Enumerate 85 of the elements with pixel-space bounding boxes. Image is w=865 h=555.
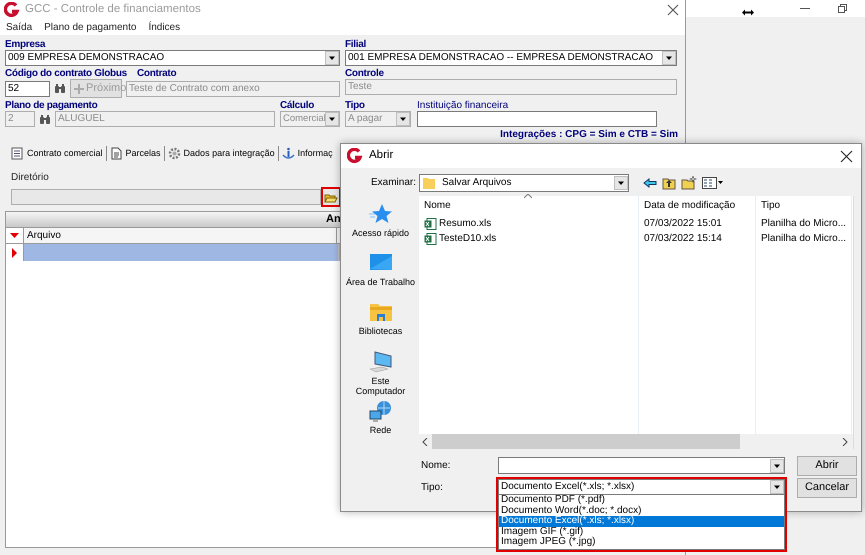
file-type-dropdown[interactable]: Documento Excel(*.xls; *.xlsx) bbox=[498, 479, 785, 495]
network-icon bbox=[368, 400, 392, 422]
dialog-button[interactable]: Cancelar bbox=[797, 478, 857, 498]
dropdown-option[interactable]: Imagem JPEG (*.jpg) bbox=[499, 537, 784, 548]
menu-item[interactable]: Saída bbox=[6, 22, 32, 34]
field-label: Tipo bbox=[345, 100, 366, 111]
restore-icon[interactable] bbox=[838, 4, 847, 13]
document-icon bbox=[110, 146, 123, 160]
folder-dropdown[interactable]: Salvar Arquivos bbox=[419, 174, 629, 192]
spreadsheet-file-icon bbox=[424, 218, 437, 230]
file-date: 07/03/2022 15:14 bbox=[644, 232, 722, 246]
field-label: Contrato bbox=[137, 68, 176, 79]
up-folder-icon[interactable] bbox=[662, 176, 676, 190]
caret-icon bbox=[325, 51, 339, 65]
field-label: Controle bbox=[345, 68, 385, 79]
field-label: Plano de pagamento bbox=[5, 100, 98, 111]
logo-icon bbox=[347, 148, 363, 164]
computer-icon bbox=[368, 350, 392, 373]
tab[interactable]: Informaç bbox=[278, 146, 336, 160]
dropdown-option[interactable]: Imagem GIF (*.gif) bbox=[499, 526, 784, 538]
view-menu-icon[interactable] bbox=[702, 177, 723, 189]
field-label: Filial bbox=[345, 39, 367, 50]
binoculars-icon[interactable] bbox=[39, 114, 51, 124]
caret-icon bbox=[325, 112, 339, 126]
column-header[interactable]: Arquivo bbox=[24, 228, 337, 243]
tab[interactable]: Parcelas bbox=[106, 146, 165, 160]
menu-item[interactable]: Índices bbox=[148, 22, 180, 34]
logo-icon bbox=[4, 2, 20, 18]
institution-field[interactable] bbox=[417, 111, 657, 127]
binoculars-icon[interactable] bbox=[54, 83, 66, 94]
dropdown-option[interactable]: Documento Excel(*.xls; *.xlsx) bbox=[499, 516, 784, 527]
field-label: Cálculo bbox=[280, 100, 316, 111]
field-label: Código do contrato Globus bbox=[5, 68, 128, 79]
places-item[interactable]: Área de Trabalho bbox=[342, 252, 418, 302]
library-icon bbox=[368, 301, 392, 324]
file-name-field[interactable] bbox=[498, 457, 785, 474]
dialog-button[interactable]: Abrir bbox=[797, 456, 857, 476]
window-title: GCC - Controle de financiamentos bbox=[25, 3, 201, 17]
close-icon[interactable] bbox=[840, 150, 853, 162]
folder-icon bbox=[422, 176, 436, 190]
places-item[interactable]: Bibliotecas bbox=[342, 301, 418, 351]
caret-icon bbox=[396, 112, 410, 126]
field-label: Empresa bbox=[5, 39, 46, 50]
places-item[interactable]: Rede bbox=[342, 400, 418, 450]
file-type: Planilha do Micro... bbox=[761, 217, 846, 231]
form-icon bbox=[11, 146, 24, 160]
caret-icon bbox=[662, 51, 676, 65]
sort-caret-icon bbox=[524, 194, 532, 199]
info-icon bbox=[282, 146, 295, 160]
folder-icon bbox=[324, 192, 338, 202]
gear-icon bbox=[168, 146, 181, 160]
field-label: Nome: bbox=[420, 460, 452, 472]
scroll-right-icon[interactable] bbox=[842, 438, 850, 446]
scrollbar-thumb[interactable] bbox=[432, 434, 740, 449]
filter-caret-icon[interactable] bbox=[10, 233, 19, 238]
dropdown-option[interactable]: Documento Word(*.doc; *.docx) bbox=[499, 506, 784, 516]
file-type: Planilha do Micro... bbox=[761, 232, 846, 246]
places-item[interactable]: Este Computador bbox=[342, 350, 418, 400]
dropdown-option[interactable]: Documento PDF (*.pdf) bbox=[499, 495, 784, 506]
back-arrow-icon[interactable] bbox=[643, 178, 657, 188]
filial-dropdown[interactable]: 001 EMPRESA DEMONSTRACAO -- EMPRESA DEMONSTRACAO bbox=[345, 50, 677, 66]
new-folder-icon[interactable] bbox=[681, 176, 697, 190]
contract-code-field[interactable]: 52 bbox=[5, 80, 50, 96]
close-icon[interactable] bbox=[667, 4, 679, 16]
integration-status: Integrações : CPG = Sim e CTB = Sim bbox=[499, 129, 679, 140]
column-header[interactable]: Tipo bbox=[756, 196, 851, 216]
star-icon bbox=[368, 203, 392, 225]
field-label: Tipo: bbox=[420, 482, 444, 494]
plus-icon bbox=[74, 84, 84, 94]
menu-item[interactable]: Plano de pagamento bbox=[44, 22, 136, 34]
tab[interactable]: Contrato comercial bbox=[8, 146, 107, 160]
field-label: Diretório bbox=[11, 172, 49, 183]
scroll-left-icon[interactable] bbox=[422, 438, 430, 446]
caret-icon bbox=[614, 176, 628, 190]
tab[interactable]: Dados para integração bbox=[164, 146, 279, 160]
caret-icon bbox=[770, 458, 784, 472]
field-label: Instituição financeira bbox=[417, 100, 508, 111]
dialog-title: Abrir bbox=[369, 149, 394, 163]
spreadsheet-file-icon bbox=[424, 232, 437, 244]
caret-icon bbox=[770, 480, 784, 494]
field-label: Examinar: bbox=[370, 177, 417, 189]
empresa-dropdown[interactable]: 009 EMPRESA DEMONSTRACAO bbox=[5, 50, 340, 66]
file-name[interactable]: TesteD10.xls bbox=[439, 231, 496, 246]
row-pointer-icon bbox=[12, 248, 17, 258]
resize-cursor-icon bbox=[742, 9, 754, 16]
